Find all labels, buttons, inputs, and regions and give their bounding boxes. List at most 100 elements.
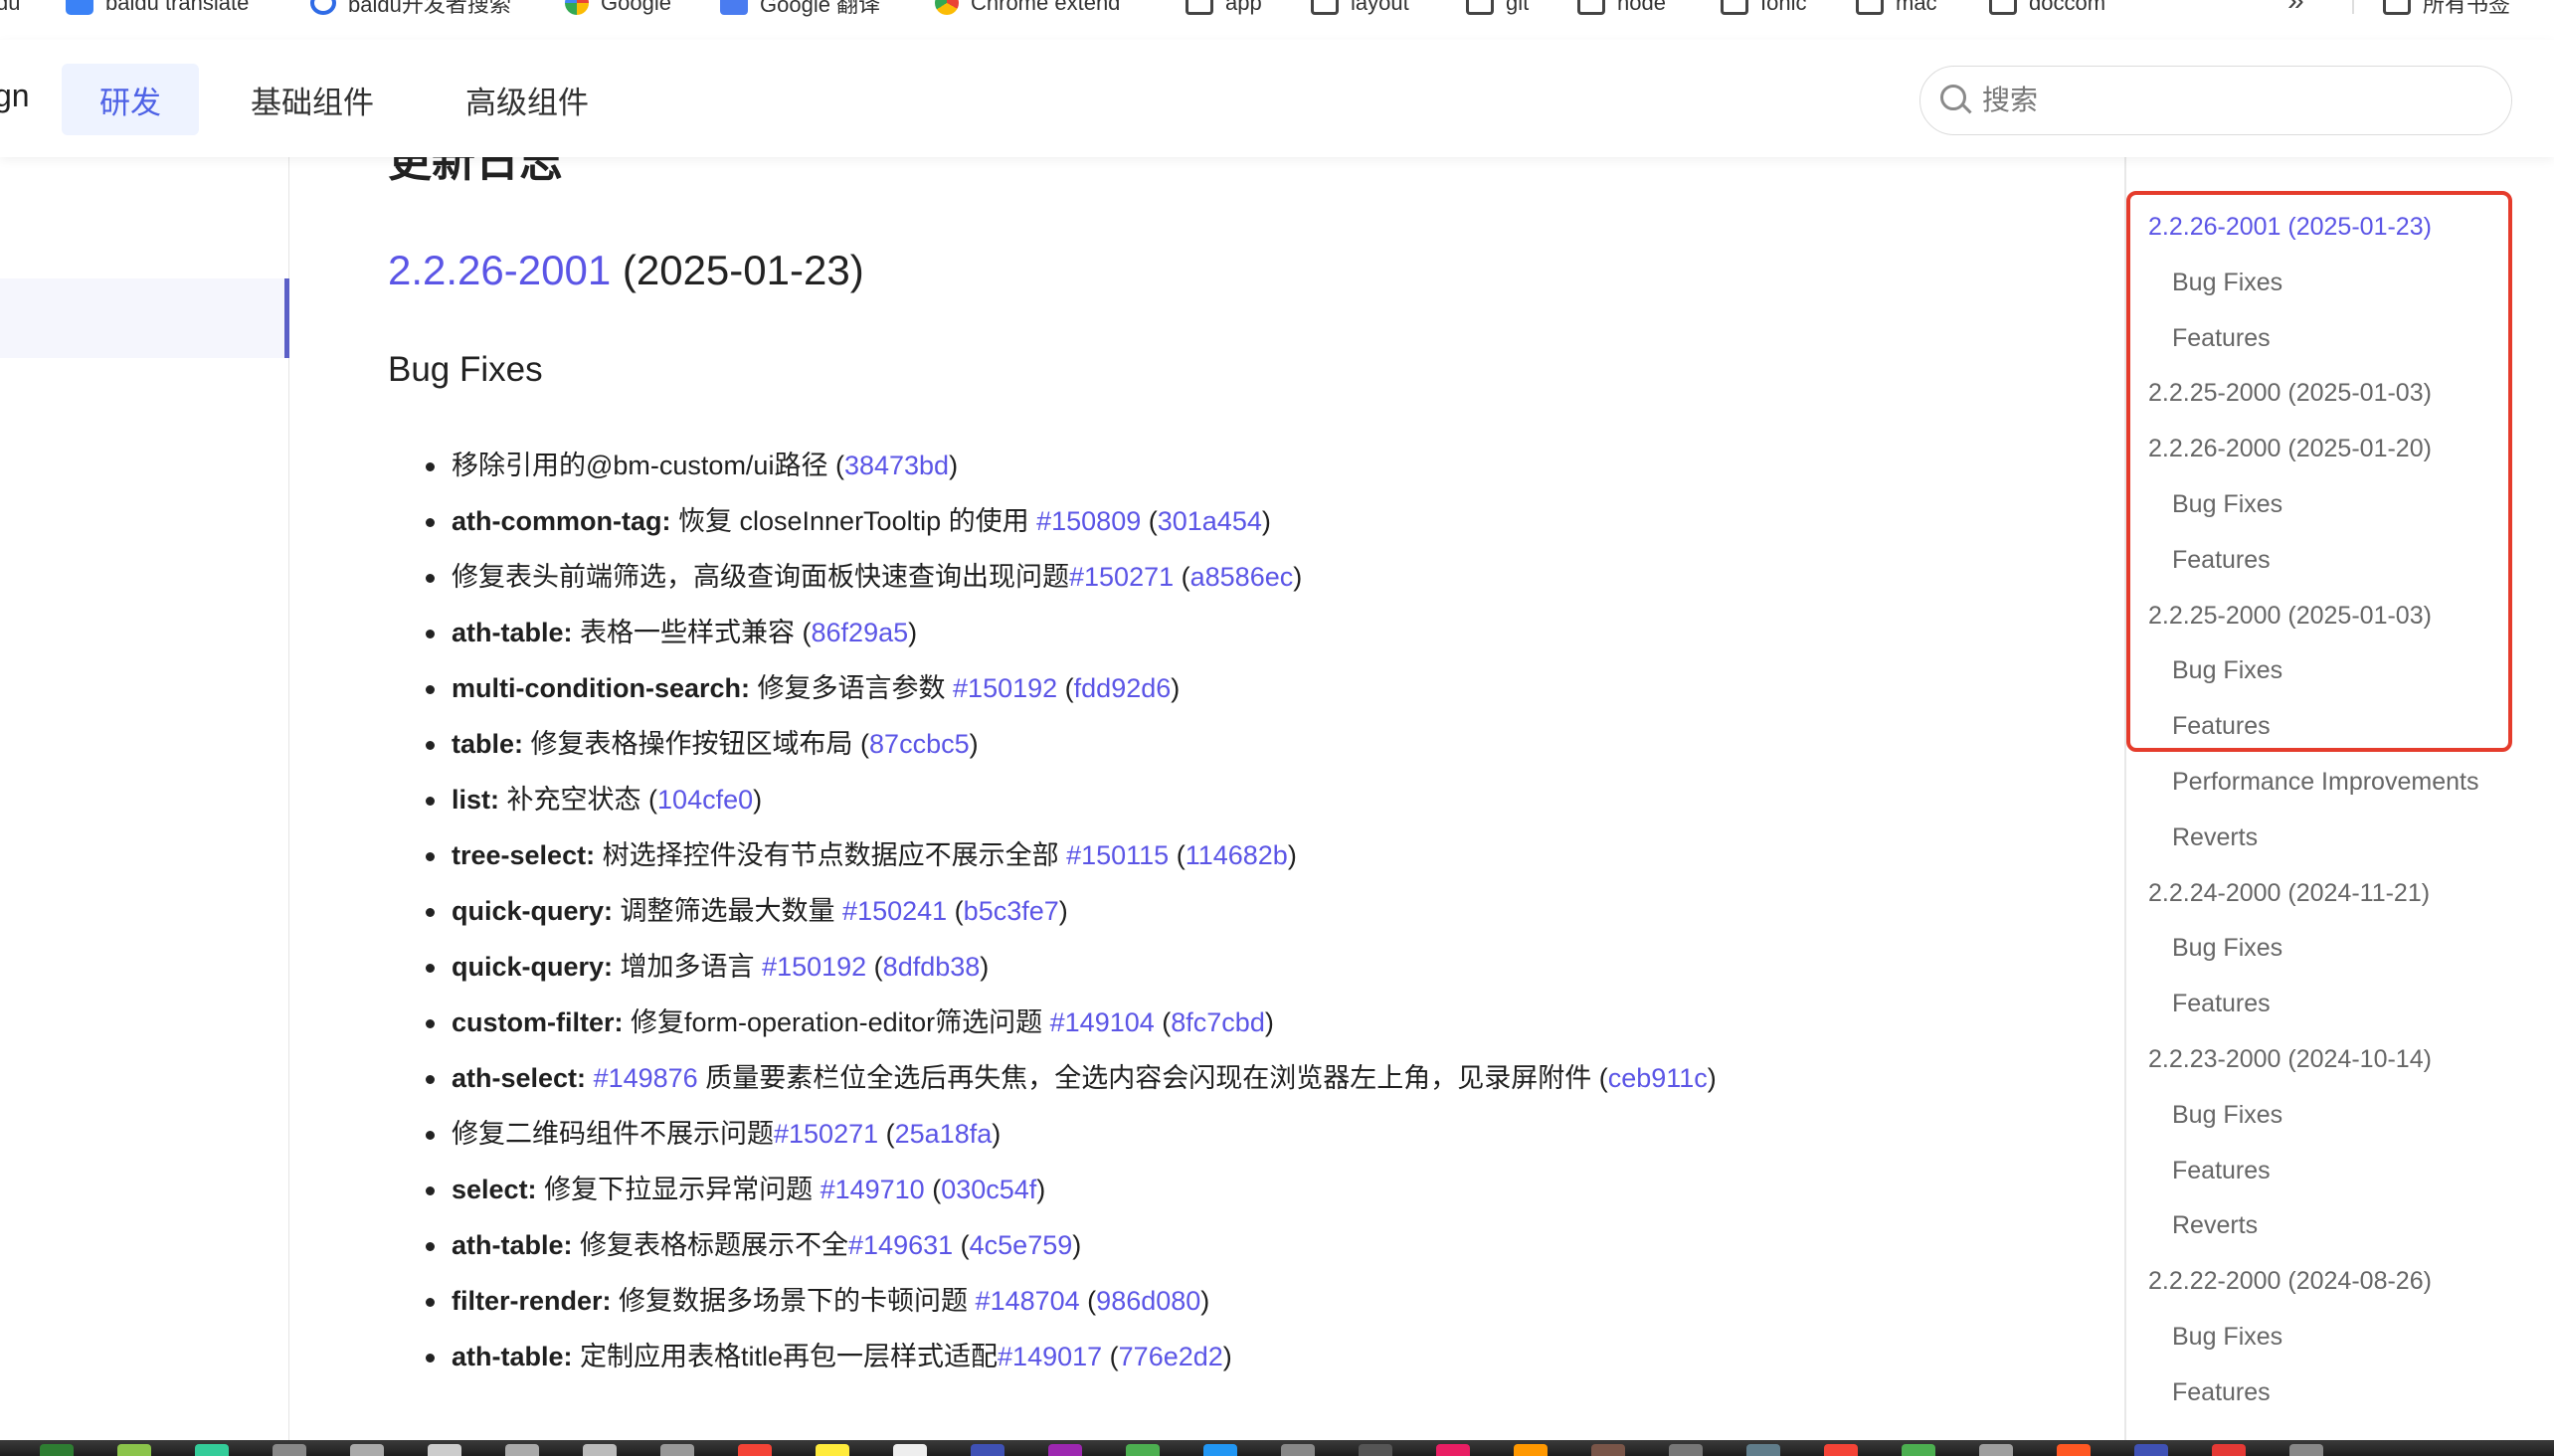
- dock-app-icon[interactable]: [1669, 1444, 1703, 1456]
- dock-app-icon[interactable]: [1514, 1444, 1548, 1456]
- bookmark-item[interactable]: app: [1186, 0, 1262, 20]
- issue-link[interactable]: #150192: [953, 673, 1057, 703]
- commit-link[interactable]: 030c54f: [941, 1175, 1036, 1204]
- nav-tab-dev[interactable]: 研发: [62, 64, 199, 135]
- toc-section-link[interactable]: Features: [2172, 1151, 2271, 1190]
- dock-app-icon[interactable]: [1281, 1444, 1315, 1456]
- issue-link[interactable]: #150271: [774, 1119, 878, 1149]
- bookmark-item[interactable]: Google: [565, 0, 671, 20]
- bookmark-item[interactable]: mac: [1856, 0, 1937, 20]
- issue-link[interactable]: #150271: [1069, 562, 1174, 592]
- issue-link[interactable]: #150241: [842, 896, 947, 926]
- dock-app-icon[interactable]: [1048, 1444, 1082, 1456]
- dock-app-icon[interactable]: [117, 1444, 151, 1456]
- issue-link[interactable]: #149710: [821, 1175, 925, 1204]
- issue-link[interactable]: #149104: [1050, 1007, 1155, 1037]
- version-anchor-link[interactable]: 2.2.26-2001: [388, 247, 611, 293]
- commit-link[interactable]: 104cfe0: [657, 785, 753, 815]
- bookmark-item[interactable]: Chrome extend: [935, 0, 1120, 20]
- commit-link[interactable]: b5c3fe7: [964, 896, 1059, 926]
- commit-link[interactable]: 114682b: [1186, 840, 1288, 870]
- issue-link[interactable]: #149017: [998, 1342, 1102, 1371]
- dock-app-icon[interactable]: [2134, 1444, 2168, 1456]
- folder-icon: [2383, 0, 2411, 15]
- bookmark-item[interactable]: baidu translate: [66, 0, 249, 20]
- dock-app-icon[interactable]: [971, 1444, 1004, 1456]
- dock-app-icon[interactable]: [428, 1444, 461, 1456]
- dock-app-icon[interactable]: [1824, 1444, 1858, 1456]
- dock-app-icon[interactable]: [1359, 1444, 1392, 1456]
- issue-link[interactable]: #150115: [1066, 840, 1169, 870]
- dock-app-icon[interactable]: [505, 1444, 539, 1456]
- dock-app-icon[interactable]: [660, 1444, 694, 1456]
- commit-link[interactable]: 8dfdb38: [883, 952, 981, 982]
- bookmarks-bar: du baidu translate baidu开发者搜索 Google Google …: [0, 0, 2554, 41]
- toc-section-link[interactable]: Bug Fixes: [2172, 1317, 2282, 1357]
- search-box[interactable]: [1919, 66, 2512, 135]
- issue-link[interactable]: #149876: [594, 1063, 698, 1093]
- toc-version-link[interactable]: 2.2.24-2000 (2024-11-21): [2148, 873, 2430, 913]
- toc-section-link[interactable]: Features: [2172, 984, 2271, 1023]
- dock-app-icon[interactable]: [583, 1444, 617, 1456]
- bookmark-item[interactable]: Ionic: [1721, 0, 1806, 20]
- dock-app-icon[interactable]: [350, 1444, 384, 1456]
- commit-link[interactable]: 776e2d2: [1119, 1342, 1223, 1371]
- dock-app-icon[interactable]: [1979, 1444, 2013, 1456]
- dock-app-icon[interactable]: [2289, 1444, 2323, 1456]
- dock-app-icon[interactable]: [893, 1444, 927, 1456]
- bookmarks-overflow-icon[interactable]: »: [2287, 0, 2304, 18]
- bookmark-item[interactable]: baidu开发者搜索: [310, 0, 511, 20]
- dock-app-icon[interactable]: [816, 1444, 849, 1456]
- issue-link[interactable]: #148704: [976, 1286, 1080, 1316]
- commit-link[interactable]: 25a18fa: [895, 1119, 993, 1149]
- dock-app-icon[interactable]: [273, 1444, 306, 1456]
- commit-link[interactable]: 8fc7cbd: [1171, 1007, 1265, 1037]
- site-logo[interactable]: gn: [0, 78, 30, 114]
- bookmark-item[interactable]: du: [0, 0, 20, 20]
- commit-link[interactable]: 4c5e759: [970, 1230, 1073, 1260]
- nav-tab-advanced-components[interactable]: 高级组件: [448, 64, 607, 135]
- bookmark-item[interactable]: doccom: [1989, 0, 2105, 20]
- dock-app-icon[interactable]: [1746, 1444, 1780, 1456]
- commit-link[interactable]: ceb911c: [1608, 1063, 1708, 1093]
- search-input[interactable]: [1980, 84, 2462, 117]
- dock-app-icon[interactable]: [2057, 1444, 2091, 1456]
- dock-app-icon[interactable]: [40, 1444, 74, 1456]
- dock-app-icon[interactable]: [738, 1444, 772, 1456]
- toc-section-link[interactable]: Bug Fixes: [2172, 928, 2282, 968]
- commit-link[interactable]: 986d080: [1096, 1286, 1200, 1316]
- toc-section-link[interactable]: Bug Fixes: [2172, 1095, 2282, 1135]
- dock-app-icon[interactable]: [1902, 1444, 1935, 1456]
- commit-link[interactable]: 87ccbc5: [869, 729, 970, 759]
- nav-tab-basic-components[interactable]: 基础组件: [233, 64, 392, 135]
- bookmark-item[interactable]: Google 翻译: [720, 0, 880, 20]
- bookmark-item[interactable]: git: [1466, 0, 1529, 20]
- toc-section-link[interactable]: Reverts: [2172, 818, 2258, 857]
- dock-app-icon[interactable]: [1591, 1444, 1625, 1456]
- dock-app-icon[interactable]: [1203, 1444, 1237, 1456]
- toc-version-link[interactable]: 2.2.23-2000 (2024-10-14): [2148, 1039, 2432, 1079]
- bookmark-item[interactable]: layout: [1311, 0, 1409, 20]
- toc-version-link[interactable]: 2.2.22-2000 (2024-08-26): [2148, 1261, 2432, 1301]
- paren: (: [802, 618, 812, 647]
- commit-link[interactable]: 301a454: [1158, 506, 1262, 536]
- issue-link[interactable]: #149631: [848, 1230, 953, 1260]
- bookmark-item[interactable]: node: [1577, 0, 1666, 20]
- paren: ): [1707, 1063, 1717, 1093]
- issue-link[interactable]: #150809: [1036, 506, 1141, 536]
- issue-link[interactable]: #150192: [762, 952, 866, 982]
- sidebar-item-active[interactable]: [0, 278, 289, 358]
- version-heading: 2.2.26-2001 (2025-01-23): [388, 247, 864, 294]
- toc-section-link[interactable]: Performance Improvements: [2172, 762, 2478, 802]
- toc-section-link[interactable]: Reverts: [2172, 1205, 2258, 1245]
- commit-link[interactable]: fdd92d6: [1074, 673, 1172, 703]
- dock-app-icon[interactable]: [195, 1444, 229, 1456]
- toc-section-link[interactable]: Features: [2172, 1372, 2271, 1412]
- commit-link[interactable]: 38473bd: [844, 451, 949, 480]
- dock-app-icon[interactable]: [1126, 1444, 1160, 1456]
- dock-app-icon[interactable]: [1436, 1444, 1470, 1456]
- bookmark-item[interactable]: 所有书签: [2383, 0, 2510, 20]
- dock-app-icon[interactable]: [2212, 1444, 2246, 1456]
- commit-link[interactable]: 86f29a5: [812, 618, 909, 647]
- commit-link[interactable]: a8586ec: [1190, 562, 1294, 592]
